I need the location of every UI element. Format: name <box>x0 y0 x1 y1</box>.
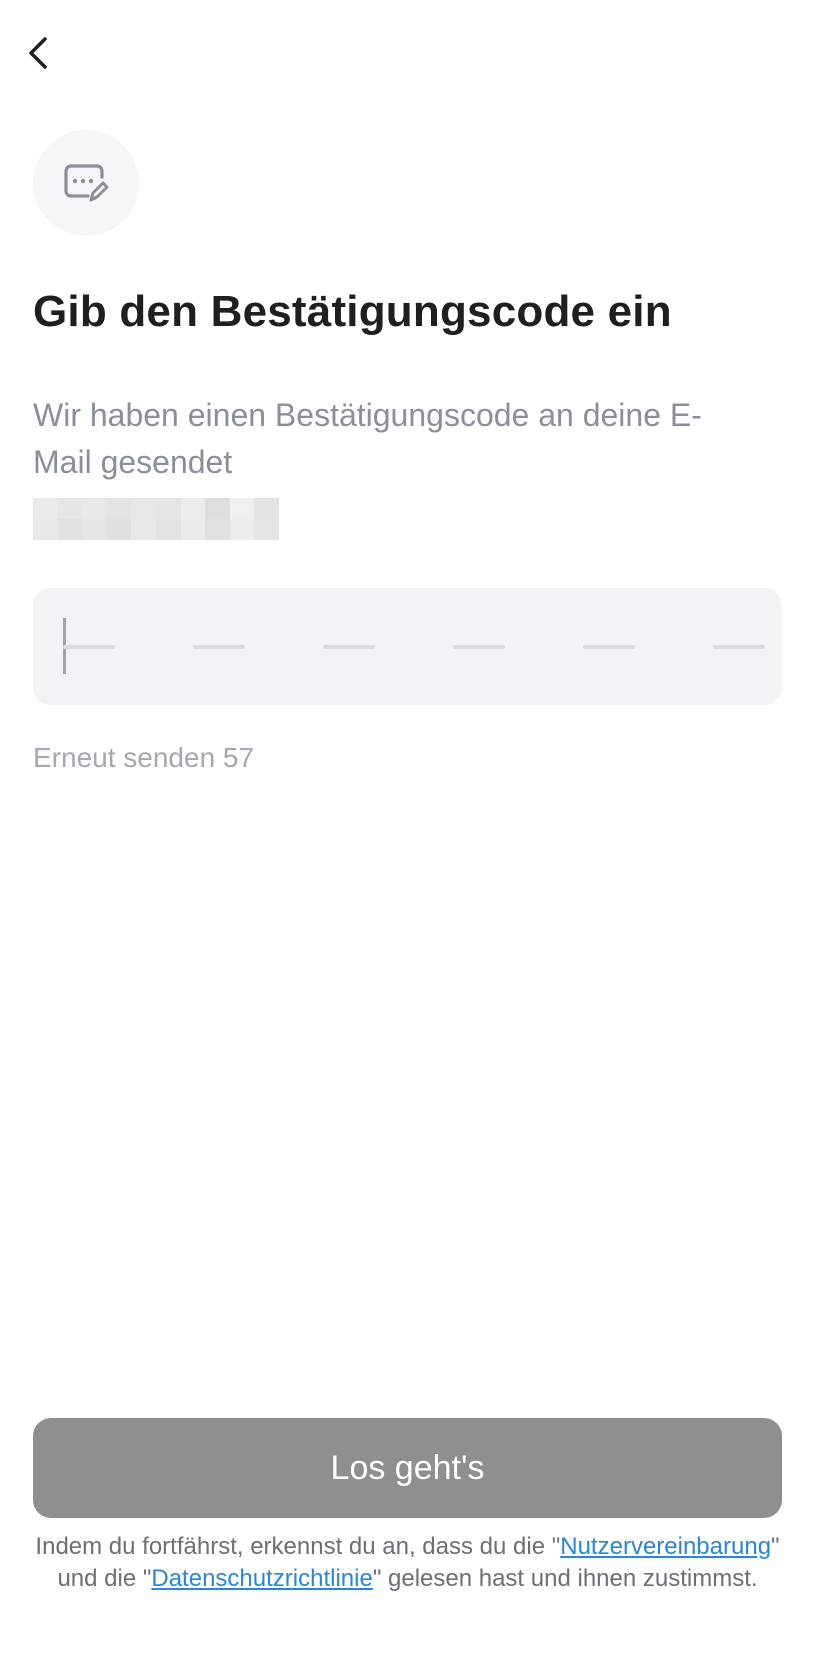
code-slot-4 <box>453 645 505 649</box>
code-slot-5 <box>583 645 635 649</box>
instruction-text: Wir haben einen Bestätigungscode an dein… <box>33 397 702 480</box>
page-title: Gib den Bestätigungscode ein <box>33 287 672 336</box>
legal-text-before: Indem du fortfährst, erkennst du an, das… <box>35 1533 561 1560</box>
code-slot-1 <box>63 645 115 649</box>
code-slot-6 <box>713 645 765 649</box>
chevron-left-icon <box>29 37 47 69</box>
verification-badge <box>33 130 139 236</box>
code-slot-3 <box>323 645 375 649</box>
privacy-policy-link[interactable]: Datenschutzrichtlinie <box>151 1565 372 1592</box>
terms-link[interactable]: Nutzervereinbarung <box>560 1533 771 1560</box>
resend-code-link[interactable]: Erneut senden 57 <box>33 742 254 774</box>
masked-email <box>33 498 279 540</box>
submit-button[interactable]: Los geht's <box>33 1418 782 1518</box>
legal-text-after: " gelesen hast und ihnen zustimmst. <box>372 1565 758 1592</box>
back-button[interactable] <box>18 30 58 76</box>
message-edit-icon <box>64 164 109 202</box>
code-slot-2 <box>193 645 245 649</box>
verification-code-input[interactable] <box>33 588 782 705</box>
legal-notice: Indem du fortfährst, erkennst du an, das… <box>28 1531 787 1595</box>
